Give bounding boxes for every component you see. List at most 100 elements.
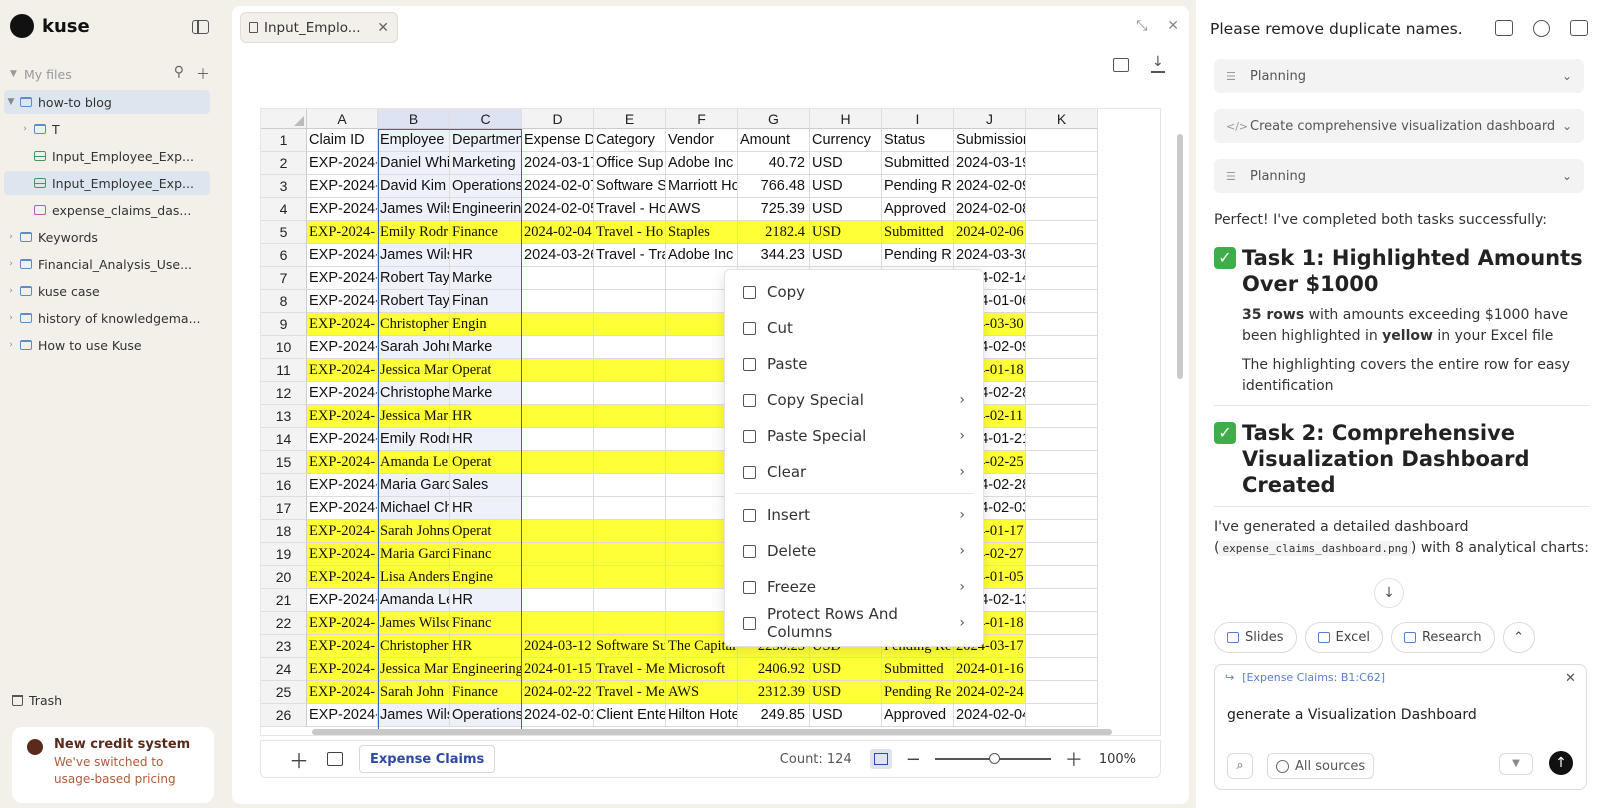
row-header[interactable]: 4 xyxy=(261,198,307,221)
table-cell[interactable] xyxy=(1026,589,1098,612)
table-cell[interactable]: James Wils xyxy=(378,198,450,221)
table-cell[interactable] xyxy=(522,474,594,497)
row-header[interactable]: 21 xyxy=(261,589,307,612)
table-cell[interactable]: HR xyxy=(450,635,522,658)
table-cell[interactable]: 2024-01-16 xyxy=(954,658,1026,681)
table-cell[interactable]: Robert Tay xyxy=(378,267,450,290)
table-cell[interactable]: Emily Rodr xyxy=(378,221,450,244)
table-cell[interactable] xyxy=(1026,612,1098,635)
table-cell[interactable] xyxy=(1026,313,1098,336)
sidebar-item[interactable]: › T xyxy=(4,117,210,141)
table-cell[interactable] xyxy=(594,267,666,290)
zoom-in-icon[interactable]: ＋ xyxy=(1065,746,1083,772)
spreadsheet-grid[interactable]: A B C D E F G H I J K 1 Claim ID Employee Departmen Exp… xyxy=(260,108,1161,736)
table-cell[interactable]: AWS xyxy=(666,198,738,221)
table-cell[interactable] xyxy=(1026,244,1098,267)
prompt-input[interactable]: generate a Visualization Dashboard xyxy=(1227,707,1477,723)
table-cell[interactable]: James Wilso xyxy=(378,612,450,635)
row-header[interactable]: 1 xyxy=(261,129,307,152)
table-cell[interactable]: Pending Re xyxy=(882,681,954,704)
table-cell[interactable] xyxy=(1026,428,1098,451)
table-cell[interactable]: Expense D xyxy=(522,129,594,152)
step-planning-2[interactable]: ☰ Planning ⌄ xyxy=(1214,159,1584,193)
table-cell[interactable]: USD xyxy=(810,658,882,681)
table-cell[interactable]: EXP-2024- xyxy=(307,612,378,635)
sidebar-item[interactable]: Input_Employee_Exp... xyxy=(4,171,210,195)
table-cell[interactable] xyxy=(1026,382,1098,405)
sidebar-item[interactable]: ▼ how-to blog xyxy=(4,90,210,114)
table-cell[interactable] xyxy=(594,382,666,405)
table-cell[interactable]: Travel - Me xyxy=(594,681,666,704)
table-cell[interactable]: Pending R xyxy=(882,175,954,198)
table-cell[interactable] xyxy=(1026,635,1098,658)
row-header[interactable]: 14 xyxy=(261,428,307,451)
model-dropdown[interactable]: ▼ xyxy=(1499,753,1533,775)
table-cell[interactable]: EXP-2024- xyxy=(307,589,378,612)
row-header[interactable]: 5 xyxy=(261,221,307,244)
chevron-down-icon[interactable]: ▼ xyxy=(4,97,18,107)
table-cell[interactable]: EXP-2024- xyxy=(307,635,378,658)
table-cell[interactable]: Category xyxy=(594,129,666,152)
table-cell[interactable]: Travel - Tra xyxy=(594,244,666,267)
table-cell[interactable]: 2024-02-07 xyxy=(522,175,594,198)
table-cell[interactable]: Sarah John xyxy=(378,336,450,359)
table-cell[interactable]: Travel - Ho xyxy=(594,221,666,244)
table-cell[interactable] xyxy=(522,313,594,336)
column-header[interactable]: I xyxy=(882,109,954,129)
table-cell[interactable]: HR xyxy=(450,428,522,451)
table-cell[interactable]: Engin xyxy=(450,313,522,336)
column-header[interactable]: F xyxy=(666,109,738,129)
new-chat-icon[interactable] xyxy=(1495,20,1513,36)
table-cell[interactable]: Office Sup xyxy=(594,152,666,175)
table-cell[interactable]: USD xyxy=(810,244,882,267)
table-cell[interactable]: 725.39 xyxy=(738,198,810,221)
row-header[interactable]: 23 xyxy=(261,635,307,658)
minimize-icon[interactable]: ⤡ xyxy=(1136,18,1147,34)
table-cell[interactable] xyxy=(1026,704,1098,727)
sidebar-item[interactable]: › history of knowledgema... xyxy=(4,306,210,330)
row-header[interactable]: 16 xyxy=(261,474,307,497)
table-cell[interactable] xyxy=(1026,175,1098,198)
table-cell[interactable]: Operat xyxy=(450,520,522,543)
table-cell[interactable]: Amanda Le xyxy=(378,589,450,612)
table-cell[interactable]: 2024-03-12 xyxy=(522,635,594,658)
table-cell[interactable]: 2024-02-06 xyxy=(954,221,1026,244)
table-cell[interactable]: Operations xyxy=(450,175,522,198)
sidebar-toggle-icon[interactable] xyxy=(192,20,209,34)
my-files-header[interactable]: ▼ My files ⚲ ＋ xyxy=(10,64,210,84)
table-cell[interactable]: Amanda Le xyxy=(378,451,450,474)
table-cell[interactable] xyxy=(594,451,666,474)
column-header[interactable]: A xyxy=(307,109,378,129)
table-cell[interactable] xyxy=(594,520,666,543)
table-cell[interactable] xyxy=(594,566,666,589)
close-panel-icon[interactable]: ✕ xyxy=(1167,18,1179,34)
table-cell[interactable]: AWS xyxy=(666,681,738,704)
step-create-dashboard[interactable]: </> Create comprehensive visualization d… xyxy=(1214,109,1584,143)
table-cell[interactable]: Operat xyxy=(450,359,522,382)
table-cell[interactable] xyxy=(522,520,594,543)
table-cell[interactable] xyxy=(522,543,594,566)
table-cell[interactable] xyxy=(594,497,666,520)
table-cell[interactable]: Submitted xyxy=(882,152,954,175)
table-cell[interactable]: 249.85 xyxy=(738,704,810,727)
table-cell[interactable] xyxy=(1026,451,1098,474)
table-cell[interactable] xyxy=(1026,129,1098,152)
table-cell[interactable] xyxy=(1026,497,1098,520)
table-cell[interactable] xyxy=(522,336,594,359)
table-cell[interactable]: EXP-2024- xyxy=(307,175,378,198)
table-cell[interactable]: USD xyxy=(810,221,882,244)
table-cell[interactable] xyxy=(522,451,594,474)
remove-reference-icon[interactable]: ✕ xyxy=(1565,671,1576,686)
table-cell[interactable]: Robert Tay xyxy=(378,290,450,313)
table-cell[interactable]: 2024-02-08 xyxy=(954,198,1026,221)
chevron-right-icon[interactable]: › xyxy=(4,286,18,296)
table-cell[interactable] xyxy=(594,290,666,313)
table-cell[interactable] xyxy=(1026,290,1098,313)
table-cell[interactable]: EXP-2024- xyxy=(307,221,378,244)
table-cell[interactable]: Currency xyxy=(810,129,882,152)
table-cell[interactable] xyxy=(1026,336,1098,359)
horizontal-scrollbar[interactable] xyxy=(312,729,1112,735)
table-cell[interactable]: Marke xyxy=(450,267,522,290)
table-cell[interactable] xyxy=(1026,520,1098,543)
row-header[interactable]: 9 xyxy=(261,313,307,336)
